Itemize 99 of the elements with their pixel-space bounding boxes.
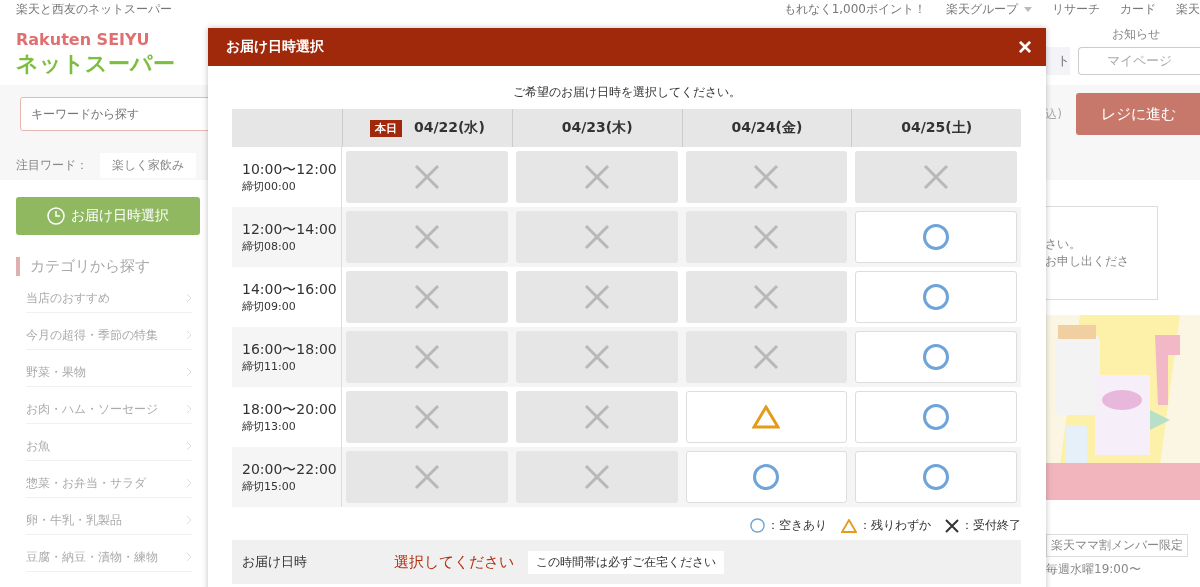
cross-icon [753,164,780,190]
trending-tag[interactable]: 楽しく家飲み [100,153,196,178]
modal-title: お届け日時選択 [226,38,324,56]
caret-icon [1024,6,1032,12]
deadline-text: 締切08:00 [242,238,297,254]
chevron-icon [186,441,192,451]
logo-name: ネットスーパー [16,50,175,78]
cross-icon [583,464,610,490]
slot-cell[interactable] [855,451,1017,503]
chevron-icon [186,404,192,414]
date-text: 04/22(水) [413,119,485,137]
category-item[interactable]: 野菜・果物 [26,358,192,387]
chevron-icon [186,552,192,562]
chevron-icon [186,367,192,377]
circle-icon [923,344,950,370]
cross-icon [583,404,610,430]
top-link[interactable]: リサーチ [1052,0,1100,18]
date-text: 04/23(木) [561,119,633,137]
category-item[interactable]: お魚 [26,432,192,461]
cross-icon [413,404,440,430]
cross-icon [583,284,610,310]
legend-label: ：空きあり [767,517,827,534]
time-text: 12:00〜14:00 [242,220,338,239]
legend-label: ：残りわずか [859,517,931,534]
deadline-text: 締切11:00 [242,358,297,374]
cross-icon [413,224,440,250]
circle-icon [750,518,765,533]
delivery-button[interactable]: お届け日時選択 [16,197,200,235]
circle-icon [923,224,950,250]
deadline-text: 締切13:00 [242,418,297,434]
cross-icon [945,518,959,533]
slot-cell[interactable] [685,391,848,443]
today-badge: 本日 [369,119,402,137]
category-item[interactable]: お肉・ハム・ソーセージ [26,395,192,424]
deadline-text: 締切09:00 [242,298,297,314]
checkout-button[interactable]: レジに進む [1076,93,1200,135]
category-item[interactable]: 惣菜・お弁当・サラダ [26,469,192,498]
time-text: 14:00〜16:00 [242,280,338,299]
date-text: 04/25(土) [901,119,973,137]
clock-icon [47,207,65,225]
cross-icon [753,224,780,250]
notice-link[interactable]: お知らせ [1112,26,1160,43]
slot-cell[interactable] [685,451,848,503]
cross-icon [583,224,610,250]
close-button[interactable]: × [1018,35,1032,59]
category-item[interactable]: 当店のおすすめ [26,284,192,313]
time-text: 18:00〜20:00 [242,400,338,419]
circle-icon [923,284,950,310]
top-link[interactable]: カード [1120,0,1156,18]
triangle-icon [841,518,857,533]
cross-icon [413,344,440,370]
trending-label: 注目ワード： [16,157,88,174]
slot-cell[interactable] [855,391,1017,443]
chevron-icon [186,293,192,303]
footer-value: 選択してください [394,552,514,572]
footer-note: この時間帯は必ずご在宅ください [528,550,724,574]
chevron-icon [186,330,192,340]
cross-icon [753,344,780,370]
category-item[interactable]: 今月の超得・季節の特集 [26,321,192,350]
top-link[interactable]: 楽天 [1176,0,1200,18]
chevron-icon [186,515,192,525]
cross-icon [413,464,440,490]
date-text: 04/24(金) [731,119,803,137]
slot-cell[interactable] [855,271,1017,323]
cross-icon [923,164,950,190]
circle-icon [923,464,950,490]
category-item[interactable]: 豆腐・納豆・漬物・練物 [26,543,192,572]
chevron-icon [186,478,192,488]
top-link[interactable]: もれなく1,000ポイント！ [783,0,926,18]
deadline-text: 締切00:00 [242,178,297,194]
cross-icon [583,164,610,190]
logo[interactable]: Rakuten SEIYU ネットスーパー [0,18,175,85]
notice-text: さい。 [1045,236,1082,253]
tagline: 楽天と西友のネットスーパー [16,0,172,18]
time-text: 10:00〜12:00 [242,160,338,179]
category-item[interactable]: 卵・牛乳・乳製品 [26,506,192,535]
cross-icon [753,284,780,310]
instruction-text: ご希望のお届け日時を選択してください。 [511,84,742,101]
member-tag: 楽天ママ割メンバー限定 [1046,534,1188,557]
mypage-button[interactable]: マイページ [1078,47,1200,75]
logo-brand: Rakuten SEIYU [16,30,151,49]
circle-icon [923,404,950,430]
cross-icon [583,344,610,370]
notice-text: お申し出くださ [1045,253,1130,270]
header-button[interactable]: ト [1044,47,1070,75]
cross-icon [413,284,440,310]
top-link[interactable]: 楽天グループ [946,0,1018,18]
legend-label: ：受付終了 [961,517,1021,534]
time-text: 20:00〜22:00 [242,460,338,479]
schedule-text: 毎週水曜19:00〜 [1046,561,1141,578]
deadline-text: 締切15:00 [242,478,297,494]
slot-cell[interactable] [855,331,1017,383]
cross-icon [413,164,440,190]
triangle-icon [752,405,781,429]
time-text: 16:00〜18:00 [242,340,338,359]
footer-label: お届け日時 [242,553,308,571]
circle-icon [753,464,780,490]
slot-cell[interactable] [855,211,1017,263]
price-text: 込) [1045,105,1062,123]
